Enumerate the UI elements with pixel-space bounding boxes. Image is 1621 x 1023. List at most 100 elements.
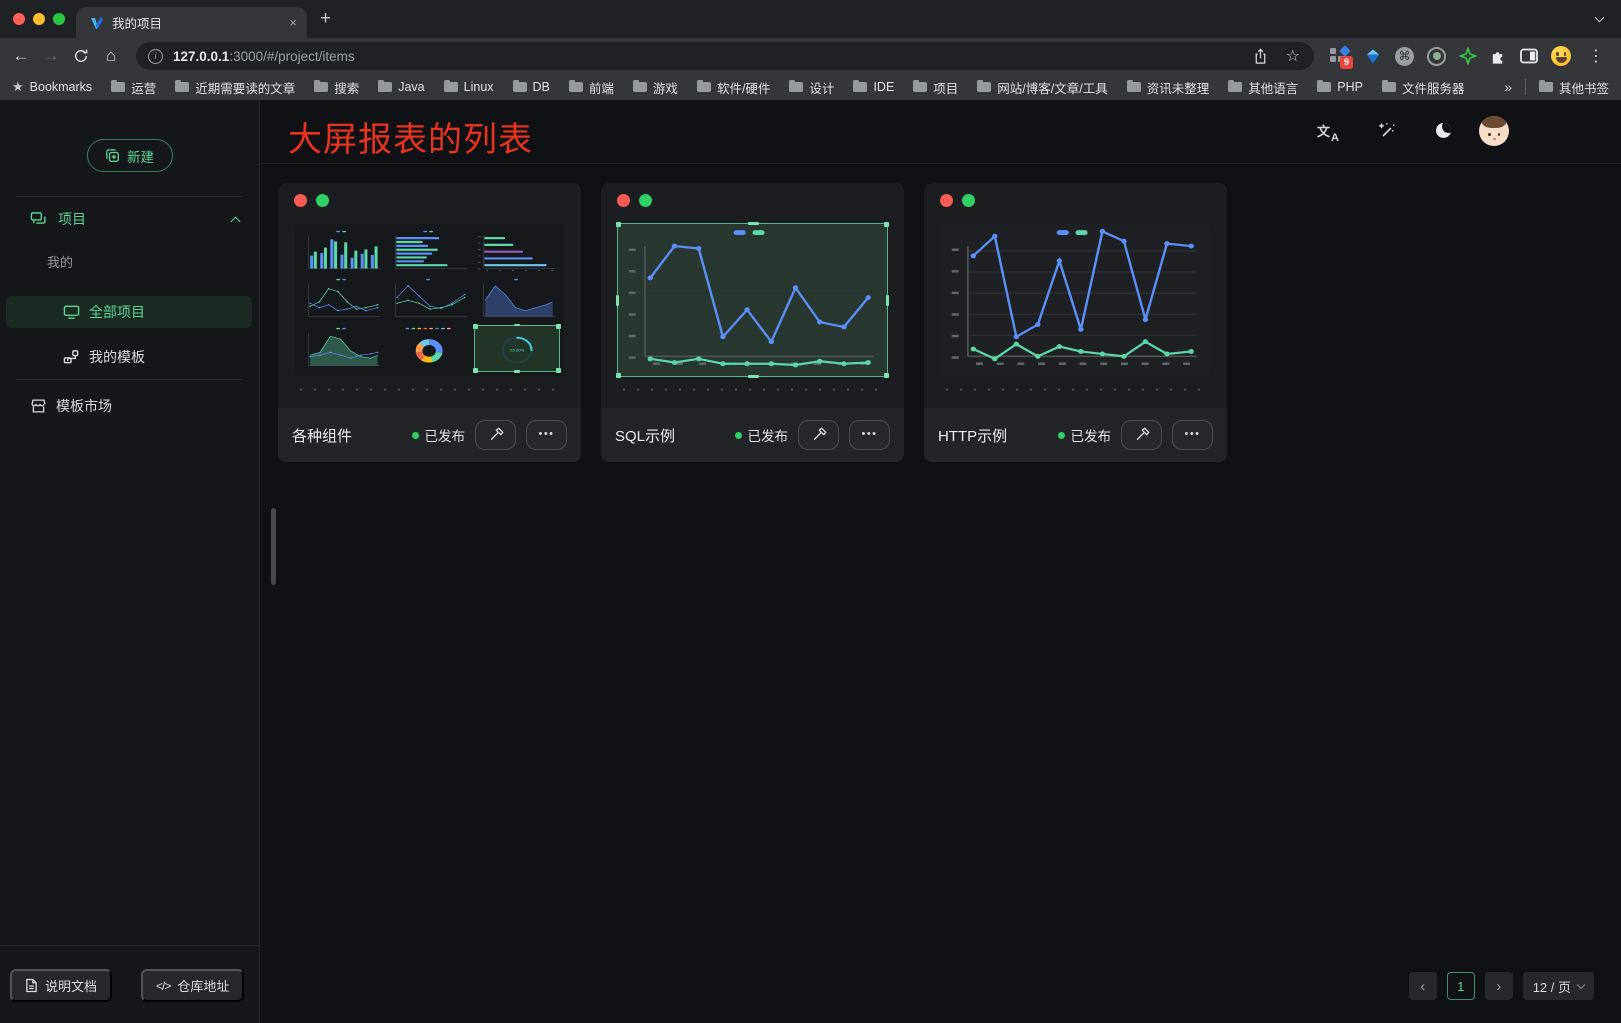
project-card[interactable]: 25.00% 各种组件 已发布 •••: [278, 183, 581, 462]
back-button[interactable]: ←: [6, 46, 36, 66]
tab-search-icon[interactable]: [1595, 13, 1605, 23]
bookmark-folder[interactable]: 项目: [913, 78, 958, 97]
folder-icon: [853, 82, 867, 92]
chevron-up-icon[interactable]: [231, 216, 241, 226]
bookmark-folder[interactable]: Java: [378, 80, 424, 94]
browser-menu-icon[interactable]: ⋮: [1588, 46, 1604, 66]
site-info-icon[interactable]: i: [148, 49, 163, 64]
selection-handle[interactable]: [556, 368, 561, 373]
bookmark-star-icon[interactable]: ☆: [1286, 46, 1300, 66]
page-size-select[interactable]: 12 / 页: [1523, 972, 1594, 1000]
bookmark-folder[interactable]: 其他语言: [1228, 78, 1298, 97]
theme-magic-wand-icon[interactable]: [1377, 121, 1397, 146]
edit-project-button[interactable]: [475, 420, 516, 450]
close-window-button[interactable]: [13, 13, 25, 25]
hammer-icon: [488, 427, 504, 443]
current-page-button[interactable]: 1: [1447, 972, 1475, 1000]
selection-handle[interactable]: [616, 222, 621, 227]
project-thumbnail-selected[interactable]: [618, 224, 887, 376]
minimize-window-button[interactable]: [33, 13, 45, 25]
sidebar-item-all-projects[interactable]: 全部项目: [6, 296, 252, 328]
selection-handle[interactable]: [514, 370, 520, 373]
extension-tabs-icon[interactable]: 9: [1329, 46, 1351, 67]
card-dot-green: [316, 194, 329, 207]
dark-mode-moon-icon[interactable]: [1436, 123, 1451, 138]
next-page-button[interactable]: ›: [1485, 972, 1513, 1000]
forward-button[interactable]: →: [36, 46, 66, 66]
sidebar-item-template-market[interactable]: 模板市场: [30, 392, 112, 420]
bookmarks-bar: ★Bookmarks 运营 近期需要读的文章 搜索 Java Linux DB …: [0, 74, 1621, 100]
divider: [16, 196, 243, 197]
bookmark-folder[interactable]: 软件/硬件: [697, 78, 770, 97]
bookmark-folder[interactable]: DB: [513, 80, 550, 94]
bookmark-folder[interactable]: 资讯未整理: [1127, 78, 1210, 97]
repo-button[interactable]: </> 仓库地址: [141, 969, 244, 1002]
profile-avatar-icon[interactable]: [1551, 46, 1571, 66]
bookmark-folder[interactable]: 运营: [111, 78, 156, 97]
address-bar[interactable]: i 127.0.0.1:3000/#/project/items ☆: [136, 42, 1314, 70]
new-project-button[interactable]: 新建: [87, 139, 173, 172]
selection-handle[interactable]: [473, 368, 478, 373]
bookmark-folder[interactable]: IDE: [853, 80, 894, 94]
home-button[interactable]: ⌂: [96, 46, 126, 66]
sidebar-group-projects[interactable]: 项目: [30, 204, 239, 234]
sidebar-group-label: 项目: [58, 209, 86, 229]
zoom-window-button[interactable]: [53, 13, 65, 25]
bookmark-folder[interactable]: 文件服务器: [1382, 78, 1465, 97]
prev-page-button[interactable]: ‹: [1409, 972, 1437, 1000]
more-actions-button[interactable]: •••: [1172, 420, 1213, 450]
bookmark-folder[interactable]: 网站/博客/文章/工具: [977, 78, 1107, 97]
bookmark-folder[interactable]: 搜索: [314, 78, 359, 97]
template-icon: [63, 349, 80, 365]
tab-close-icon[interactable]: ×: [289, 15, 297, 30]
sidebar-item-my-templates[interactable]: 我的模板: [63, 343, 145, 371]
url-host: 127.0.0.1: [173, 49, 229, 64]
new-tab-button[interactable]: +: [320, 6, 331, 32]
share-icon[interactable]: [1253, 48, 1268, 65]
other-bookmarks[interactable]: 其他书签: [1539, 78, 1609, 97]
extension-star-icon[interactable]: [1459, 47, 1477, 65]
bookmark-label: 设计: [809, 78, 834, 97]
browser-tab[interactable]: 我的项目 ×: [76, 7, 307, 38]
edit-project-button[interactable]: [798, 420, 839, 450]
selection-handle[interactable]: [748, 222, 759, 225]
bookmark-folder[interactable]: Linux: [444, 80, 494, 94]
selection-handle[interactable]: [473, 324, 478, 329]
bookmark-folder[interactable]: 近期需要读的文章: [175, 78, 295, 97]
bookmark-folder[interactable]: 设计: [789, 78, 834, 97]
language-toggle-icon[interactable]: 文 A: [1317, 121, 1341, 143]
thumb-donut-chart: [387, 326, 471, 371]
project-thumbnail[interactable]: [941, 224, 1210, 376]
selection-handle[interactable]: [886, 295, 889, 306]
selection-handle[interactable]: [884, 222, 889, 227]
extensions-puzzle-icon[interactable]: [1490, 48, 1507, 65]
folder-icon: [1382, 82, 1396, 92]
selection-handle[interactable]: [884, 373, 889, 378]
project-card[interactable]: HTTP示例 已发布 •••: [924, 183, 1227, 462]
selection-handle[interactable]: [514, 324, 520, 327]
project-thumbnail[interactable]: 25.00%: [295, 224, 564, 376]
selection-handle[interactable]: [556, 324, 561, 329]
more-actions-button[interactable]: •••: [849, 420, 890, 450]
extension-cmd-icon[interactable]: ⌘: [1395, 47, 1414, 66]
scrollbar-thumb[interactable]: [271, 508, 276, 585]
bookmarks-overflow-icon[interactable]: »: [1504, 79, 1512, 95]
selection-handle[interactable]: [616, 295, 619, 306]
docs-button[interactable]: 说明文档: [10, 969, 112, 1002]
extension-record-icon[interactable]: [1427, 47, 1446, 66]
bookmark-folder[interactable]: PHP: [1317, 80, 1363, 94]
reload-button[interactable]: [66, 48, 96, 64]
sidebar-subheading-mine: 我的: [47, 252, 73, 271]
bookmark-folder[interactable]: 游戏: [633, 78, 678, 97]
selection-handle[interactable]: [616, 373, 621, 378]
more-actions-button[interactable]: •••: [526, 420, 567, 450]
selection-handle[interactable]: [748, 375, 759, 378]
user-avatar[interactable]: [1479, 116, 1509, 146]
extension-gem-icon[interactable]: [1364, 48, 1382, 65]
bookmark-folder[interactable]: 前端: [569, 78, 614, 97]
edit-project-button[interactable]: [1121, 420, 1162, 450]
bookmarks-manager[interactable]: ★Bookmarks: [12, 79, 92, 95]
project-card[interactable]: SQL示例 已发布 •••: [601, 183, 904, 462]
side-panel-icon[interactable]: [1520, 48, 1538, 64]
status-badge: 已发布: [412, 425, 466, 445]
